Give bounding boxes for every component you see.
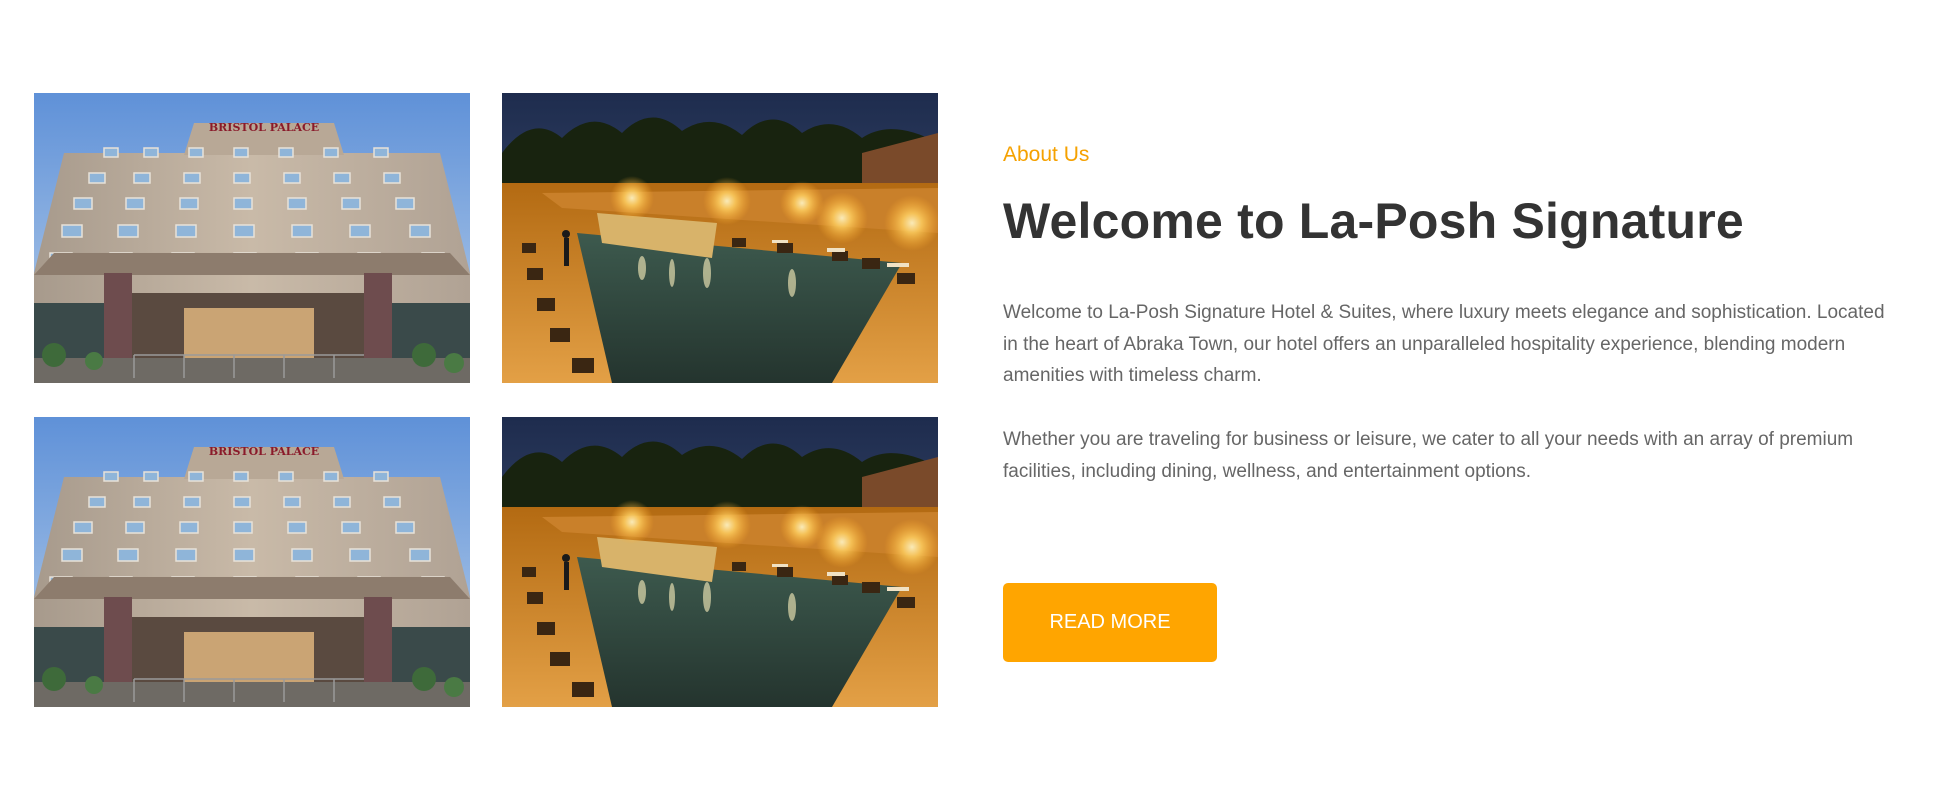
image-gallery [34, 93, 937, 707]
hotel-facade-photo [34, 417, 470, 707]
poolside-night-photo [502, 417, 938, 707]
section-eyebrow: About Us [1003, 143, 1090, 166]
hotel-facade-photo [34, 93, 470, 383]
facilities-paragraph: Whether you are traveling for business o… [1003, 429, 1854, 482]
intro-paragraph: Welcome to La-Posh Signature Hotel & Sui… [1003, 302, 1885, 386]
page-title: Welcome to La-Posh Signature [1003, 193, 1744, 249]
poolside-night-photo [502, 93, 938, 383]
read-more-button[interactable]: READ MORE [1003, 583, 1217, 662]
